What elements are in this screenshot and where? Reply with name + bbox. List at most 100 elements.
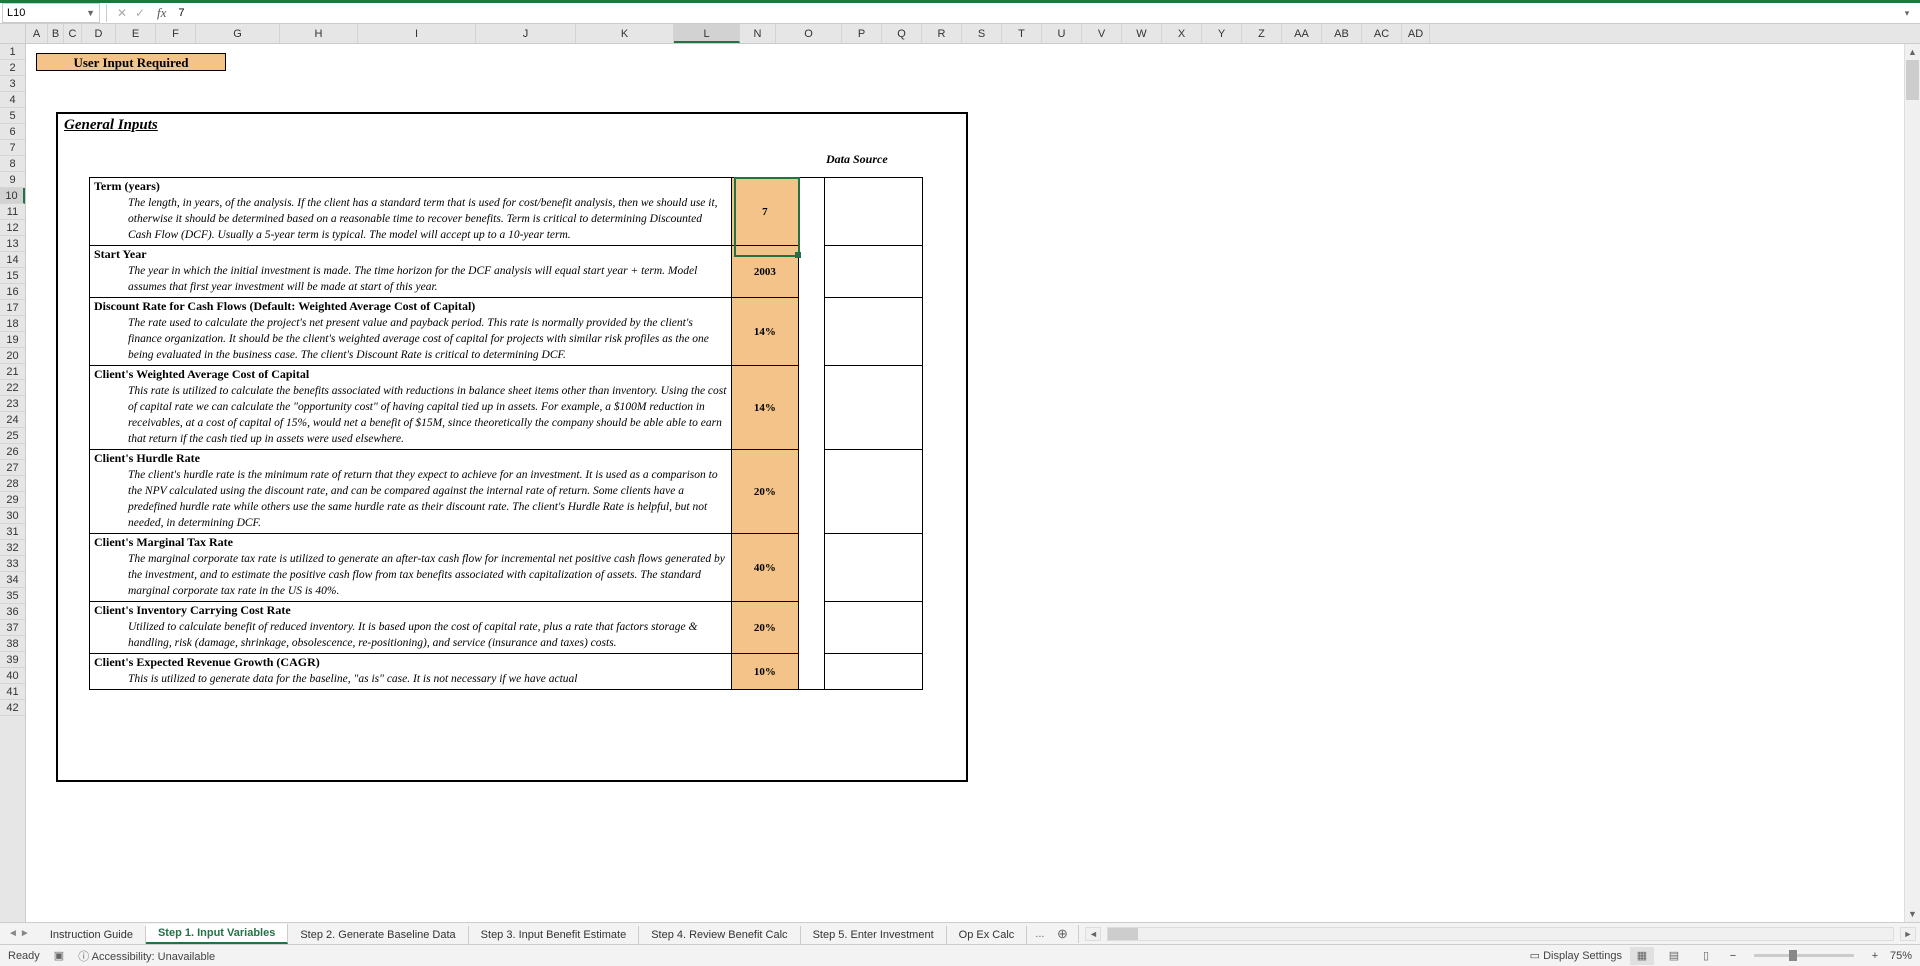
name-box[interactable]: L10 ▼ — [2, 3, 100, 23]
expand-formula-bar-icon[interactable]: ▾ — [1898, 8, 1916, 19]
row-header-5[interactable]: 5 — [0, 108, 25, 124]
input-value-cell[interactable]: 14% — [732, 366, 798, 450]
vscroll-thumb[interactable] — [1906, 60, 1919, 100]
macro-record-icon[interactable]: ▣ — [54, 949, 64, 962]
sheet-tab[interactable]: Step 5. Enter Investment — [801, 926, 947, 944]
row-header-13[interactable]: 13 — [0, 236, 25, 252]
column-header-E[interactable]: E — [116, 24, 156, 43]
tab-nav-next-icon[interactable]: ► — [20, 928, 30, 939]
row-header-8[interactable]: 8 — [0, 156, 25, 172]
zoom-slider-thumb[interactable] — [1789, 950, 1797, 961]
data-source-cell[interactable] — [824, 602, 922, 654]
row-header-25[interactable]: 25 — [0, 428, 25, 444]
column-header-L[interactable]: L — [674, 24, 740, 43]
row-header-28[interactable]: 28 — [0, 476, 25, 492]
fx-icon[interactable]: fx — [157, 5, 166, 21]
column-header-AD[interactable]: AD — [1402, 24, 1430, 43]
column-header-AC[interactable]: AC — [1362, 24, 1402, 43]
column-header-N[interactable]: N — [740, 24, 776, 43]
row-header-34[interactable]: 34 — [0, 572, 25, 588]
column-header-S[interactable]: S — [962, 24, 1002, 43]
row-header-40[interactable]: 40 — [0, 668, 25, 684]
data-source-cell[interactable] — [824, 178, 922, 246]
scroll-up-icon[interactable]: ▲ — [1905, 44, 1920, 60]
row-header-2[interactable]: 2 — [0, 60, 25, 76]
column-header-Z[interactable]: Z — [1242, 24, 1282, 43]
row-header-22[interactable]: 22 — [0, 380, 25, 396]
view-normal-icon[interactable]: ▦ — [1630, 947, 1654, 965]
column-header-C[interactable]: C — [64, 24, 82, 43]
add-sheet-button[interactable]: ⊕ — [1052, 926, 1072, 942]
formula-input[interactable] — [174, 5, 1898, 21]
sheet-tab[interactable]: Instruction Guide — [38, 926, 146, 944]
row-header-19[interactable]: 19 — [0, 332, 25, 348]
data-source-cell[interactable] — [824, 450, 922, 534]
input-value-cell[interactable]: 20% — [732, 602, 798, 654]
scroll-down-icon[interactable]: ▼ — [1905, 906, 1920, 922]
horizontal-scrollbar[interactable]: ◄ ► — [1085, 927, 1920, 941]
cells-area[interactable]: User Input Required General Inputs Data … — [26, 44, 1920, 922]
column-header-X[interactable]: X — [1162, 24, 1202, 43]
column-header-V[interactable]: V — [1082, 24, 1122, 43]
accessibility-status[interactable]: ⓘ Accessibility: Unavailable — [78, 948, 215, 964]
row-header-10[interactable]: 10 — [0, 188, 25, 204]
column-header-D[interactable]: D — [82, 24, 116, 43]
row-header-4[interactable]: 4 — [0, 92, 25, 108]
display-settings-button[interactable]: ▭ Display Settings — [1530, 949, 1622, 962]
hscroll-track[interactable] — [1107, 927, 1894, 941]
input-value-cell[interactable]: 7 — [732, 178, 798, 246]
column-header-B[interactable]: B — [48, 24, 64, 43]
column-header-Q[interactable]: Q — [882, 24, 922, 43]
vertical-scrollbar[interactable]: ▲ ▼ — [1904, 44, 1920, 922]
cancel-formula-icon[interactable]: ✕ — [113, 6, 131, 20]
input-value-cell[interactable]: 10% — [732, 654, 798, 690]
column-header-O[interactable]: O — [776, 24, 842, 43]
column-header-AB[interactable]: AB — [1322, 24, 1362, 43]
column-header-A[interactable]: A — [26, 24, 48, 43]
zoom-in-button[interactable]: + — [1868, 950, 1882, 962]
sheet-tab[interactable]: Step 2. Generate Baseline Data — [288, 926, 468, 944]
sheet-tab[interactable]: Step 1. Input Variables — [146, 924, 288, 944]
row-header-41[interactable]: 41 — [0, 684, 25, 700]
column-header-H[interactable]: H — [280, 24, 358, 43]
input-value-cell[interactable]: 40% — [732, 534, 798, 602]
column-header-W[interactable]: W — [1122, 24, 1162, 43]
row-header-36[interactable]: 36 — [0, 604, 25, 620]
data-source-cell[interactable] — [824, 654, 922, 690]
input-value-cell[interactable]: 2003 — [732, 246, 798, 298]
select-all-corner[interactable] — [0, 24, 26, 43]
row-header-18[interactable]: 18 — [0, 316, 25, 332]
row-header-24[interactable]: 24 — [0, 412, 25, 428]
data-source-cell[interactable] — [824, 366, 922, 450]
row-header-30[interactable]: 30 — [0, 508, 25, 524]
row-header-17[interactable]: 17 — [0, 300, 25, 316]
row-header-14[interactable]: 14 — [0, 252, 25, 268]
column-header-P[interactable]: P — [842, 24, 882, 43]
zoom-slider[interactable] — [1754, 954, 1854, 957]
data-source-cell[interactable] — [824, 246, 922, 298]
row-header-21[interactable]: 21 — [0, 364, 25, 380]
row-header-31[interactable]: 31 — [0, 524, 25, 540]
column-header-Y[interactable]: Y — [1202, 24, 1242, 43]
column-header-T[interactable]: T — [1002, 24, 1042, 43]
row-header-11[interactable]: 11 — [0, 204, 25, 220]
row-header-27[interactable]: 27 — [0, 460, 25, 476]
row-header-6[interactable]: 6 — [0, 124, 25, 140]
row-header-37[interactable]: 37 — [0, 620, 25, 636]
input-value-cell[interactable]: 14% — [732, 298, 798, 366]
column-header-J[interactable]: J — [476, 24, 576, 43]
column-header-F[interactable]: F — [156, 24, 196, 43]
view-page-layout-icon[interactable]: ▤ — [1662, 947, 1686, 965]
zoom-level[interactable]: 75% — [1890, 950, 1912, 962]
row-header-9[interactable]: 9 — [0, 172, 25, 188]
row-header-20[interactable]: 20 — [0, 348, 25, 364]
accept-formula-icon[interactable]: ✓ — [131, 6, 149, 20]
data-source-cell[interactable] — [824, 534, 922, 602]
sheet-tab[interactable]: Step 4. Review Benefit Calc — [639, 926, 800, 944]
hscroll-thumb[interactable] — [1108, 928, 1138, 940]
row-header-35[interactable]: 35 — [0, 588, 25, 604]
row-header-23[interactable]: 23 — [0, 396, 25, 412]
sheet-tab[interactable]: Op Ex Calc — [947, 926, 1028, 944]
data-source-cell[interactable] — [824, 298, 922, 366]
row-header-12[interactable]: 12 — [0, 220, 25, 236]
